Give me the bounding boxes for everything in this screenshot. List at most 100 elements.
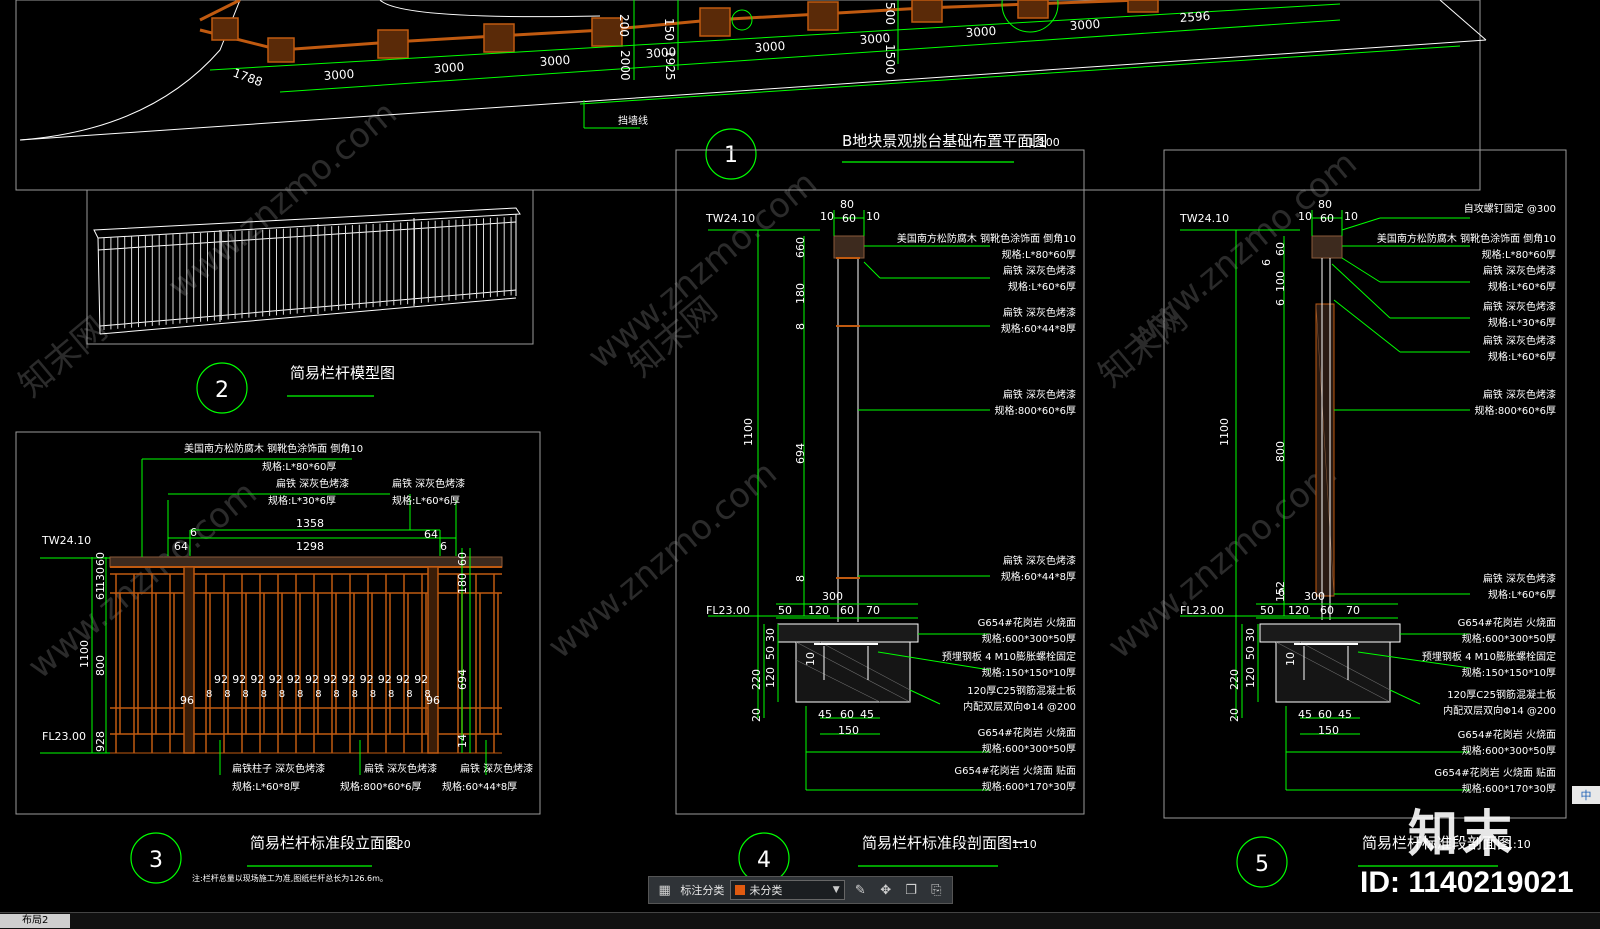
elevation-spacing-dim: 8 [424,689,430,700]
section1-note: 扁铁 深灰色烤漆 [1003,264,1076,277]
elevation-footnote: 注:栏杆总量以现场施工为准,图纸栏杆总长为126.6m。 [192,873,388,883]
elevation-spacing-dim: 8 [333,689,339,700]
section-dim: 50 [778,604,792,617]
section-dim: 694 [794,443,807,464]
category-select-value: 未分类 [749,884,783,897]
section1-note: 规格:150*150*10厚 [982,666,1076,679]
elevation-spacing-dim: 92 [305,673,319,686]
paste-icon[interactable]: ⎘ [927,880,946,900]
grid-icon[interactable]: ▦ [655,880,674,900]
copy-icon[interactable]: ❐ [901,880,920,900]
section-dim: 120 [764,667,777,688]
elevation-spacing-dim: 8 [315,689,321,700]
elevation-spacing-dim: 8 [261,689,267,700]
plan-pad [699,7,731,37]
elevation-dim: 800 [94,655,107,676]
model-drawing: 2 简易栏杆模型图 [86,189,534,414]
section1-note: 扁铁 深灰色烤漆 [1003,388,1076,401]
elevation-dim: 6 [440,540,447,553]
section1-note: G654#花岗岩 火烧面 贴面 [954,764,1076,777]
elevation-note: 规格:L*80*60厚 [262,460,336,473]
elevation-spacing-dim: 8 [406,689,412,700]
elevation-dim: 1100 [78,640,91,668]
section-dim: 80 [840,198,854,211]
section-dim: 10 [804,652,817,666]
section-dim: 6 [1260,259,1273,266]
section-dim: 80 [1318,198,1332,211]
cad-drawing-canvas[interactable]: 1788 3000 3000 3000 3000 3000 3000 3000 … [0,0,1600,928]
detail-marker-number: 2 [215,378,229,403]
section-dim: 6 [1274,299,1287,306]
elevation-note: 规格:L*60*6厚 [392,494,460,507]
drawing-title: 简易栏杆模型图 [290,364,395,382]
elevation-dim: 6 [190,526,197,539]
annotation-toolbar: ▦ 标注分类 未分类 ▼ ✎ ✥ ❐ ⎘ [648,876,953,904]
section1-note: 规格:L*80*60厚 [1002,248,1076,261]
elevation-dim: 64 [174,540,188,553]
section2-note: 内配双层双向Φ14 @200 [1443,704,1556,717]
edit-icon[interactable]: ✎ [851,880,870,900]
section2-note: 美国南方松防腐木 钢靴色涂饰面 倒角10 [1377,232,1556,245]
section-dim: 10 [1344,210,1358,223]
asset-id: ID: 1140219021 [1360,866,1574,899]
move-icon[interactable]: ✥ [876,880,895,900]
elevation-note: 规格:L*30*6厚 [268,494,336,507]
category-select[interactable]: 未分类 ▼ [730,880,845,900]
section-dim: 60 [842,212,856,225]
section-dim: 800 [1274,441,1287,462]
section2-note: 规格:L*80*60厚 [1482,248,1556,261]
section1-note: 扁铁 深灰色烤漆 [1003,554,1076,567]
section-dim: 300 [1304,590,1325,603]
section-dim: 300 [822,590,843,603]
brand-logo: 知末 [1408,805,1516,863]
section1-note: G654#花岗岩 火烧面 [978,616,1076,629]
section-dim: 8 [794,575,807,582]
elevation-spacing-dim: 92 [269,673,283,686]
section-dim: 220 [1228,669,1241,690]
elevation-dim: 61 [94,586,107,600]
section2-note: 自攻螺钉固定 @300 [1464,202,1556,215]
elevation-spacing-dim: 8 [279,689,285,700]
elevation-spacing-dim: 8 [206,689,212,700]
plan-dim: 200 [617,14,631,37]
section1-note: 规格:60*44*8厚 [1001,322,1076,335]
section-dim: 100 [1274,271,1287,292]
elevation-spacing-dim: 8 [224,689,230,700]
elevation-spacing-dim: 92 [250,673,264,686]
plan-dim: 500 [883,2,897,25]
section-dim: 60 [840,604,854,617]
elevation-spacing-dim: 92 [396,673,410,686]
ime-indicator[interactable]: 中 [1572,786,1600,804]
elevation-note: 扁铁 深灰色烤漆 [392,477,465,490]
detail-marker-number: 4 [757,848,771,873]
elevation-spacing-dim: 92 [287,673,301,686]
plan-pad [911,0,943,23]
plan-dim: 3000 [433,60,464,76]
section-label-top: TW24.10 [1179,212,1229,225]
section-dim: 120 [1244,667,1257,688]
elevation-note: 扁铁 深灰色烤漆 [276,477,349,490]
section-dim: 50 [1260,604,1274,617]
drawing-title: 简易栏杆标准段立面图 [250,834,400,852]
plan-dim: 3000 [1069,17,1100,33]
section-dim: 660 [794,237,807,258]
section2-note: 规格:150*150*10厚 [1462,666,1556,679]
section-dim: 45 [1338,708,1352,721]
elevation-note: 扁铁 深灰色烤漆 [460,762,533,775]
section1-drawing: TW24.10 FL23.00 80 10 60 10 660 180 8 11… [675,149,1085,884]
layout-tab[interactable]: 布局2 [0,914,70,928]
section-dim: 30 [764,628,777,642]
elevation-note: 扁铁柱子 深灰色烤漆 [232,762,325,775]
plan-dim: 2596 [1179,9,1210,25]
plan-pad [377,29,409,59]
section-dim: 20 [1228,708,1241,722]
section2-note: 扁铁 深灰色烤漆 [1483,572,1556,585]
annotation-category-label: 标注分类 [680,884,725,897]
section1-note: 规格:60*44*8厚 [1001,570,1076,583]
plan-note: 挡墙线 [618,114,648,127]
ime-label: 中 [1580,789,1592,802]
section-label-top: TW24.10 [705,212,755,225]
section-dim: 60 [1320,604,1334,617]
elevation-spacing-dim: 92 [360,673,374,686]
plan-pad [267,37,295,63]
